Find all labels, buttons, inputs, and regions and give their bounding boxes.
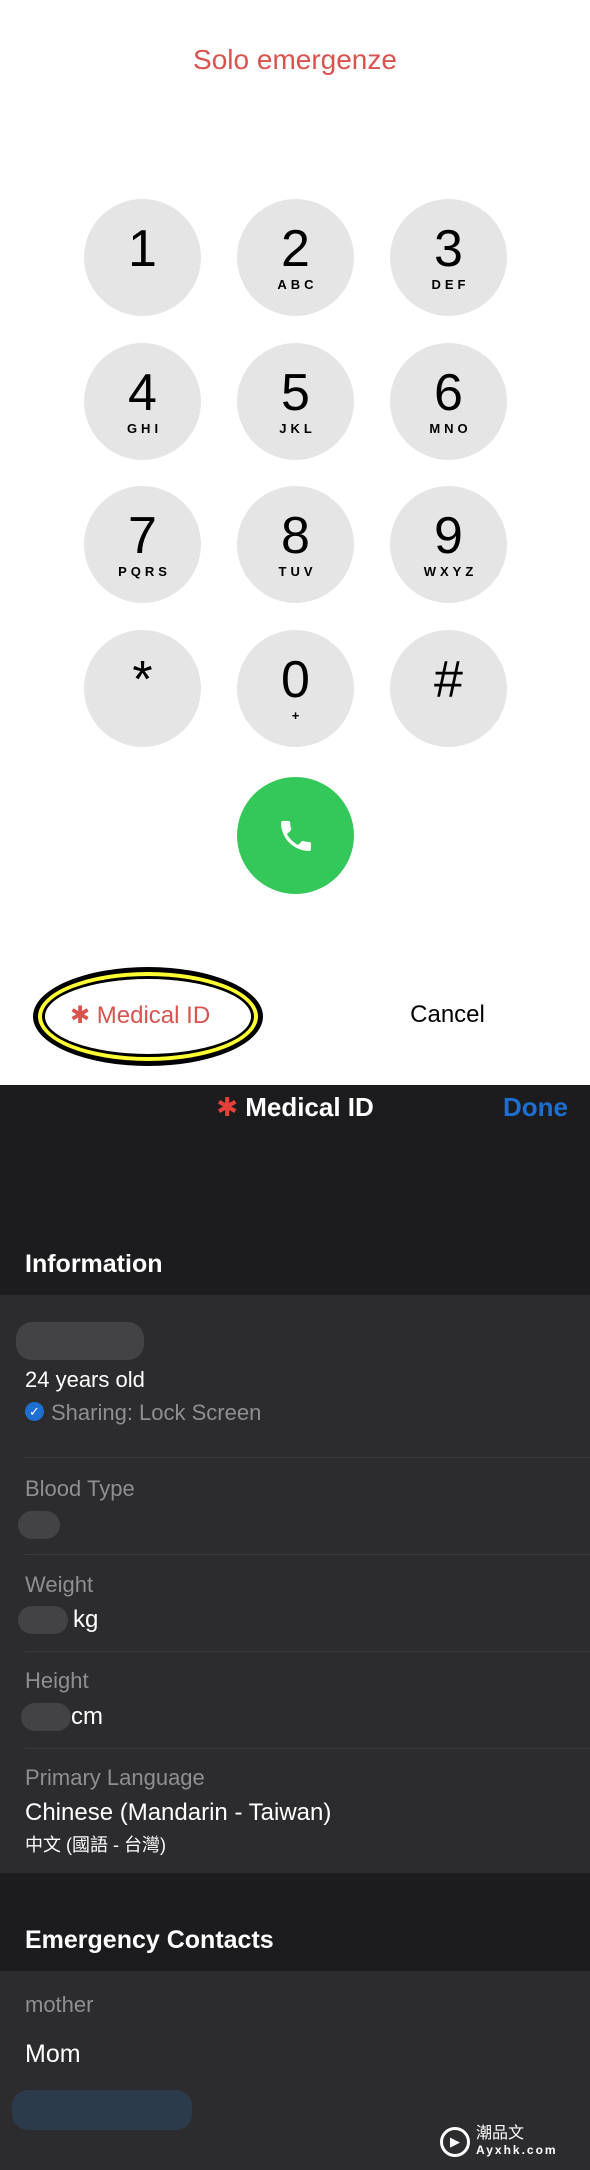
key-letters: + [291,708,304,723]
redacted-height [21,1703,71,1731]
key-0[interactable]: 0 + [237,630,354,747]
sharing-status: Sharing: Lock Screen [51,1400,262,1425]
language-native: 中文 (國語 - 台灣) [25,1835,166,1855]
redacted-phone[interactable] [12,2090,192,2130]
key-digit: 9 [434,507,463,565]
weight-unit: kg [73,1606,99,1633]
asterisk-icon: ✱ [216,1092,246,1122]
emergency-contacts-header: Emergency Contacts [25,1926,274,1954]
key-1[interactable]: 1 [84,199,201,316]
key-digit: 8 [281,507,310,565]
check-icon: ✓ [25,1402,44,1421]
age-text: 24 years old [25,1367,145,1392]
key-4[interactable]: 4 GHI [84,343,201,460]
key-letters: GHI [126,421,163,436]
key-digit: 7 [128,507,157,565]
divider [25,1457,590,1458]
emergency-only-title: Solo emergenze [193,44,397,75]
contact-relation: mother [25,1992,94,2017]
key-digit: # [434,651,463,709]
information-header: Information [25,1250,163,1278]
key-#[interactable]: # [390,630,507,747]
key-9[interactable]: 9 WXYZ [390,486,507,603]
key-2[interactable]: 2 ABC [237,199,354,316]
height-unit: cm [71,1703,103,1730]
key-letters: MNO [429,421,472,436]
key-3[interactable]: 3 DEF [390,199,507,316]
key-letters: DEF [431,277,470,292]
key-digit: 0 [281,651,310,709]
key-7[interactable]: 7 PQRS [84,486,201,603]
redacted-blood-type [18,1511,60,1539]
contact-name: Mom [25,2040,81,2068]
phone-icon [280,820,311,851]
medical-id-button[interactable]: ✱ Medical ID [70,1001,210,1030]
key-*[interactable]: * [84,630,201,747]
key-digit: 6 [434,364,463,422]
redacted-name [16,1322,144,1360]
key-6[interactable]: 6 MNO [390,343,507,460]
redacted-weight [18,1606,68,1634]
key-letters: WXYZ [423,564,478,579]
cancel-button[interactable]: Cancel [400,1001,495,1029]
key-letters: TUV [278,564,317,579]
key-digit: 2 [281,220,310,278]
key-digit: 1 [128,220,157,278]
divider [25,1748,590,1749]
key-5[interactable]: 5 JKL [237,343,354,460]
done-button[interactable]: Done [503,1092,568,1123]
divider [25,1554,590,1555]
key-digit: 4 [128,364,157,422]
asterisk-icon: ✱ [70,1002,97,1029]
key-digit: * [132,651,153,709]
divider [25,1651,590,1652]
blood-type-label: Blood Type [25,1476,135,1501]
watermark-logo: ▶ 潮品文 Ayxhk.com [440,2126,558,2158]
play-icon: ▶ [440,2127,470,2157]
key-letters: JKL [279,421,316,436]
key-digit: 5 [281,364,310,422]
language-label: Primary Language [25,1765,205,1790]
key-digit: 3 [434,220,463,278]
height-label: Height [25,1668,89,1693]
key-8[interactable]: 8 TUV [237,486,354,603]
medical-id-header: ✱ Medical ID [216,1092,374,1122]
call-button[interactable] [237,777,354,894]
weight-label: Weight [25,1572,94,1597]
key-letters: PQRS [118,564,171,579]
key-letters: ABC [277,277,318,292]
language-value: Chinese (Mandarin - Taiwan) [25,1799,332,1826]
